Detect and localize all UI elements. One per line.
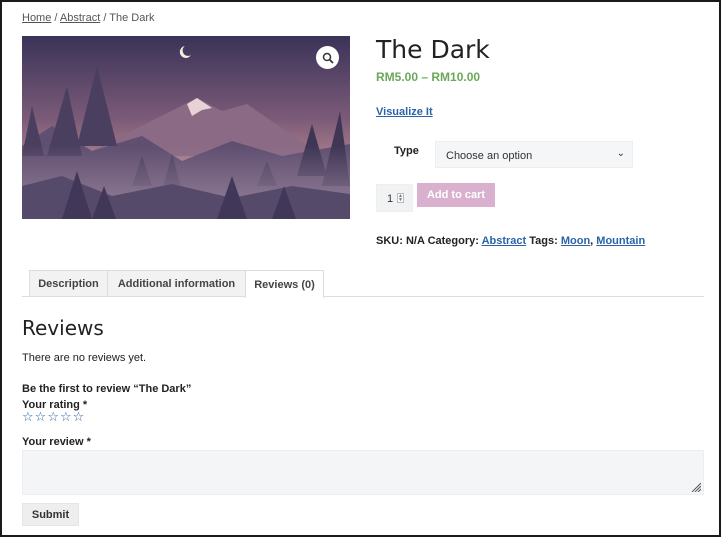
star-icon[interactable]: ☆ — [47, 410, 59, 423]
type-select-value: Choose an option — [446, 150, 533, 162]
add-to-cart-button[interactable]: Add to cart — [417, 183, 495, 207]
sku-label: SKU: — [376, 235, 403, 247]
chevron-down-icon: ⌄ — [616, 148, 625, 159]
tab-description[interactable]: Description — [29, 270, 108, 297]
product-image[interactable] — [22, 36, 350, 219]
first-review-text: Be the first to review “The Dark” — [22, 383, 192, 395]
category-label: Category: — [427, 235, 479, 247]
resize-grip-icon[interactable] — [691, 482, 701, 492]
breadcrumb: Home / Abstract / The Dark — [22, 12, 155, 24]
zoom-button[interactable] — [316, 46, 339, 69]
star-icon[interactable]: ☆ — [22, 410, 34, 423]
type-select[interactable]: Choose an option ⌄ — [435, 141, 633, 168]
product-price: RM5.00 – RM10.00 — [376, 70, 481, 84]
tag-link-mountain[interactable]: Mountain — [596, 235, 645, 247]
mountain-landscape-illustration — [22, 36, 350, 219]
category-link[interactable]: Abstract — [482, 235, 527, 247]
quantity-spinner-icon[interactable]: ▲ ▼ — [397, 193, 404, 203]
star-icon[interactable]: ☆ — [73, 410, 85, 423]
product-title: The Dark — [376, 35, 490, 64]
quantity-value: 1 — [387, 193, 394, 205]
review-label: Your review * — [22, 436, 91, 448]
star-icon[interactable]: ☆ — [35, 410, 47, 423]
product-meta: SKU: N/A Category: Abstract Tags: Moon, … — [376, 235, 645, 247]
magnifier-icon — [322, 52, 334, 64]
breadcrumb-home-link[interactable]: Home — [22, 12, 51, 24]
reviews-heading: Reviews — [22, 316, 104, 340]
review-textarea[interactable] — [22, 450, 704, 495]
page-frame: Home / Abstract / The Dark The Dark RM5.… — [0, 0, 721, 537]
sku-value: N/A — [405, 235, 425, 247]
tab-reviews[interactable]: Reviews (0) — [245, 270, 324, 298]
visualize-link[interactable]: Visualize It — [376, 106, 433, 118]
breadcrumb-separator: / — [100, 12, 110, 24]
type-label: Type — [394, 145, 419, 157]
tab-additional-information[interactable]: Additional information — [107, 270, 246, 297]
submit-button[interactable]: Submit — [22, 503, 79, 526]
tags-label: Tags: — [529, 235, 558, 247]
quantity-input[interactable]: 1 ▲ ▼ — [376, 184, 413, 212]
breadcrumb-current: The Dark — [109, 12, 155, 24]
star-icon[interactable]: ☆ — [60, 410, 72, 423]
tag-link-moon[interactable]: Moon — [561, 235, 590, 247]
star-rating[interactable]: ☆ ☆ ☆ ☆ ☆ — [22, 410, 84, 423]
no-reviews-text: There are no reviews yet. — [22, 352, 147, 364]
breadcrumb-category-link[interactable]: Abstract — [60, 12, 100, 24]
tabs-divider — [22, 296, 704, 297]
breadcrumb-separator: / — [51, 12, 60, 24]
